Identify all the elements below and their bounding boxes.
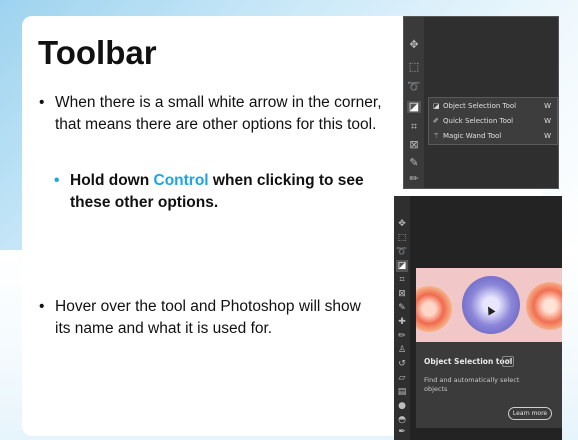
- flyout-item-magic-wand[interactable]: ⚚ Magic Wand Tool W: [433, 129, 553, 143]
- rich-tooltip: Object Selection tool ▭ Find and automat…: [416, 268, 562, 428]
- quick-selection-icon: ✐: [433, 117, 439, 125]
- flyout-item-shortcut: W: [544, 132, 551, 140]
- flyout-item-quick-selection[interactable]: ✐ Quick Selection Tool W: [433, 114, 553, 128]
- sub-bullet-pre: Hold down: [70, 172, 154, 189]
- marquee-tool-icon[interactable]: ⬚: [407, 61, 421, 73]
- stamp-tool-icon[interactable]: ♙: [396, 344, 408, 356]
- lasso-tool-icon[interactable]: ➰: [407, 81, 421, 93]
- gradient-tool-icon[interactable]: ▤: [396, 386, 408, 398]
- object-selection-icon: ◪: [433, 102, 440, 110]
- grapefruit-right: [526, 282, 562, 330]
- learn-more-button[interactable]: Learn more: [508, 407, 552, 420]
- toolbar-flyout-screenshot: ✥ ⬚ ➰ ◪ ⌗ ⊠ ✎ ✏ ◪ Object Selection Tool W …: [403, 16, 559, 189]
- healing-brush-icon[interactable]: ✚: [396, 316, 408, 328]
- brush-tool-icon[interactable]: ✏: [396, 330, 408, 342]
- bullet-1-text: When there is a small white arrow in the…: [55, 94, 382, 133]
- flyout-item-shortcut: W: [544, 117, 551, 125]
- tool-flyout-menu: ◪ Object Selection Tool W ✐ Quick Selection…: [428, 97, 558, 145]
- blur-tool-icon[interactable]: ●: [396, 400, 408, 412]
- marquee-tool-icon[interactable]: ⬚: [396, 232, 408, 244]
- crop-tool-icon[interactable]: ⌗: [396, 274, 408, 286]
- flyout-item-label: Quick Selection Tool: [443, 117, 514, 125]
- grapefruit-left: [416, 286, 452, 332]
- dodge-tool-icon[interactable]: ◓: [396, 414, 408, 426]
- tooltip-preview-image: [416, 268, 562, 342]
- flyout-item-label: Magic Wand Tool: [443, 132, 502, 140]
- photoshop-toolbar: ✥ ⬚ ➰ ◪ ⌗ ⊠ ✎ ✚ ✏ ♙ ↺ ▱ ▤ ● ◓ ✒: [394, 196, 410, 440]
- bullet-1: • When there is a small white arrow in t…: [39, 92, 385, 136]
- photoshop-toolbar: ✥ ⬚ ➰ ◪ ⌗ ⊠ ✎ ✏: [404, 17, 424, 188]
- object-selection-tool-icon[interactable]: ◪: [407, 101, 421, 113]
- flyout-item-shortcut: W: [544, 102, 551, 110]
- tooltip-title: Object Selection tool: [424, 357, 513, 366]
- pen-tool-icon[interactable]: ✒: [396, 426, 408, 438]
- tooltip-description: Find and automatically select objects: [424, 376, 520, 393]
- bullet-2-text: Hover over the tool and Photoshop will s…: [55, 298, 361, 337]
- sub-bullet: • Hold down Control when clicking to see…: [54, 170, 380, 214]
- eyedropper-tool-icon[interactable]: ✎: [396, 302, 408, 314]
- bullet-2-dot: •: [39, 298, 45, 315]
- eraser-tool-icon[interactable]: ▱: [396, 372, 408, 384]
- flyout-item-object-selection[interactable]: ◪ Object Selection Tool W: [433, 99, 553, 113]
- sub-bullet-dot: •: [54, 172, 60, 189]
- magic-wand-icon: ⚚: [433, 132, 440, 140]
- move-tool-icon[interactable]: ✥: [396, 218, 408, 230]
- bullet-2: • Hover over the tool and Photoshop will…: [39, 296, 375, 340]
- video-icon: ▭: [502, 356, 514, 367]
- frame-tool-icon[interactable]: ⊠: [407, 139, 421, 151]
- slide: Toolbar • When there is a small white ar…: [0, 0, 578, 440]
- eyedropper-tool-icon[interactable]: ✎: [407, 157, 421, 169]
- slide-title: Toolbar: [38, 34, 157, 71]
- control-keyword: Control: [153, 172, 209, 189]
- object-selection-tool-icon[interactable]: ◪: [396, 260, 408, 272]
- bullet-1-dot: •: [39, 94, 45, 111]
- history-brush-icon[interactable]: ↺: [396, 358, 408, 370]
- flyout-item-label: Object Selection Tool: [443, 102, 517, 110]
- rich-tooltip-screenshot: ✥ ⬚ ➰ ◪ ⌗ ⊠ ✎ ✚ ✏ ♙ ↺ ▱ ▤ ● ◓ ✒ Object S…: [394, 196, 562, 440]
- brush-tool-icon[interactable]: ✏: [407, 173, 421, 185]
- move-tool-icon[interactable]: ✥: [407, 39, 421, 51]
- lasso-tool-icon[interactable]: ➰: [396, 246, 408, 258]
- crop-tool-icon[interactable]: ⌗: [407, 121, 421, 133]
- frame-tool-icon[interactable]: ⊠: [396, 288, 408, 300]
